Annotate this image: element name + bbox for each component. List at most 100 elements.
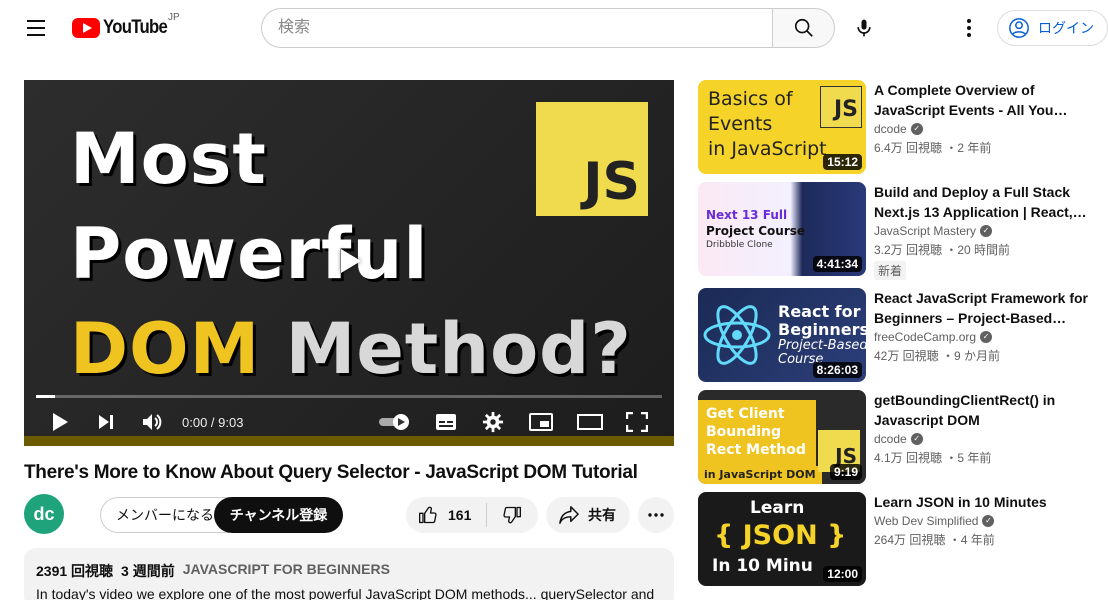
verified-icon: ✓ xyxy=(980,331,993,343)
more-actions-button[interactable] xyxy=(638,497,674,533)
share-button[interactable]: 共有 xyxy=(546,497,630,533)
video-duration: 4:41:34 xyxy=(812,256,862,272)
thumbs-up-icon xyxy=(419,506,437,524)
volume-button[interactable] xyxy=(138,406,166,438)
video-info: Learn JSON in 10 Minutes Web Dev Simplif… xyxy=(874,492,1104,548)
play-button[interactable] xyxy=(46,406,74,438)
next-button[interactable] xyxy=(92,406,120,438)
player-controls: 0:00 / 9:03 xyxy=(24,406,674,438)
settings-more-button[interactable] xyxy=(955,14,983,42)
search-box xyxy=(261,8,835,48)
dislike-button[interactable] xyxy=(487,497,537,533)
fullscreen-button[interactable] xyxy=(623,406,651,438)
thumb-text-line: in JavaScript xyxy=(708,138,827,160)
video-player[interactable]: Most Powerful DOM Method? JS 0:00 / 9:03 xyxy=(24,80,674,446)
autoplay-toggle[interactable] xyxy=(376,406,414,438)
thumb-text-line: Next 13 Full xyxy=(706,208,788,222)
thumbnail-line-3: DOM Method? xyxy=(70,308,632,390)
login-label: ログイン xyxy=(1038,20,1094,36)
related-video[interactable]: Get Client Bounding Rect Method in JavaS… xyxy=(698,390,1109,485)
search-icon xyxy=(794,18,813,37)
vertical-dots-icon xyxy=(967,19,971,37)
channel-name: dcode ✓ xyxy=(874,122,1104,136)
miniplayer-button[interactable] xyxy=(527,406,555,438)
volume-icon xyxy=(143,414,162,430)
video-info: Build and Deploy a Full Stack Next.js 13… xyxy=(874,182,1104,280)
progress-fill xyxy=(36,395,55,398)
description-meta: 2391 回視聴 3 週間前 JAVASCRIPT FOR BEGINNERS xyxy=(36,561,662,581)
like-button[interactable]: 161 xyxy=(406,497,486,533)
youtube-logo[interactable]: YouTube xyxy=(72,17,176,39)
verified-icon: ✓ xyxy=(910,433,923,445)
account-circle-icon xyxy=(1009,18,1029,38)
thumb-text-line: Dribbble Clone xyxy=(706,240,773,250)
description-box[interactable]: 2391 回視聴 3 週間前 JAVASCRIPT FOR BEGINNERS … xyxy=(24,548,674,600)
video-thumbnail: Next 13 Full Project Course Dribbble Clo… xyxy=(698,182,866,276)
thumb-text-line: Project Course xyxy=(706,224,806,238)
verified-icon: ✓ xyxy=(980,225,993,237)
center-play-icon[interactable] xyxy=(334,246,364,276)
video-duration: 8:26:03 xyxy=(812,362,862,378)
related-video[interactable]: Learn { JSON } In 10 Minu 12:00 Learn JS… xyxy=(698,492,1109,587)
channel-name: freeCodeCamp.org ✓ xyxy=(874,330,1104,344)
search-button[interactable] xyxy=(772,8,835,48)
thumbnail-line-1: Most xyxy=(70,118,267,200)
miniplayer-icon xyxy=(529,413,553,431)
logo-text: YouTube xyxy=(103,17,168,38)
video-thumbnail: Get Client Bounding Rect Method in JavaS… xyxy=(698,390,866,484)
upload-age: 3 週間前 xyxy=(121,563,175,579)
related-video[interactable]: Basics of Events in JavaScript JS 15:12 … xyxy=(698,80,1109,175)
thumb-text-line: Events xyxy=(708,113,773,135)
thumbnail-line-2: Powerful xyxy=(70,213,429,295)
video-title: Learn JSON in 10 Minutes xyxy=(874,494,1047,510)
video-duration: 9:19 xyxy=(829,464,862,480)
search-input[interactable] xyxy=(261,8,772,48)
subtitles-button[interactable] xyxy=(432,406,460,438)
description-text: In today's video we explore one of the m… xyxy=(36,586,655,600)
thumb-text-line: Rect Method xyxy=(706,442,806,458)
country-code: JP xyxy=(168,12,180,23)
time-display: 0:00 / 9:03 xyxy=(182,415,244,430)
masthead: YouTube JP ログイン xyxy=(0,0,1109,56)
video-thumbnail: Learn { JSON } In 10 Minu 12:00 xyxy=(698,492,866,586)
verified-icon: ✓ xyxy=(982,515,995,527)
video-duration: 12:00 xyxy=(823,566,862,582)
channel-name-text: dcode xyxy=(874,122,907,136)
progress-bar[interactable] xyxy=(36,395,662,398)
gear-icon xyxy=(482,411,504,433)
video-info: getBoundingClientRect() in Javascript DO… xyxy=(874,390,1104,466)
thumb-text-line: Get Client xyxy=(706,406,785,422)
youtube-play-icon xyxy=(72,18,100,38)
join-membership-button[interactable]: メンバーになる xyxy=(100,497,230,533)
theater-mode-icon xyxy=(577,414,603,430)
channel-name-text: freeCodeCamp.org xyxy=(874,330,977,344)
video-info: A Complete Overview of JavaScript Events… xyxy=(874,80,1104,156)
subtitles-icon xyxy=(436,414,456,430)
thumb-text-line: Bounding xyxy=(706,424,782,440)
subscribe-button[interactable]: チャンネル登録 xyxy=(214,497,343,533)
video-title: Build and Deploy a Full Stack Next.js 13… xyxy=(874,184,1087,220)
join-label: メンバーになる xyxy=(116,507,214,523)
play-icon xyxy=(53,413,68,431)
settings-button[interactable] xyxy=(479,406,507,438)
video-stats: 4.1万 回視聴 ・5 年前 xyxy=(874,451,992,465)
voice-search-button[interactable] xyxy=(848,12,880,44)
js-logo: JS xyxy=(536,102,648,216)
hashtag-link[interactable]: JAVASCRIPT FOR BEGINNERS xyxy=(183,561,390,581)
related-video[interactable]: Next 13 Full Project Course Dribbble Clo… xyxy=(698,182,1109,280)
related-video[interactable]: React for Beginners Project-Based Course… xyxy=(698,288,1109,383)
login-button[interactable]: ログイン xyxy=(997,10,1108,46)
share-label: 共有 xyxy=(588,507,616,523)
video-stats: 3.2万 回視聴 ・20 時間前 xyxy=(874,243,1011,257)
thumb-text-line: Project-Based xyxy=(778,338,866,353)
skip-next-icon xyxy=(99,415,113,429)
thumb-text-line: React for xyxy=(778,302,861,321)
thumb-text-line: Basics of xyxy=(708,88,793,110)
verified-icon: ✓ xyxy=(910,123,923,135)
theater-mode-button[interactable] xyxy=(575,406,605,438)
channel-avatar[interactable]: dc xyxy=(24,494,64,534)
view-count: 2391 回視聴 xyxy=(36,563,114,579)
js-logo: JS xyxy=(820,86,862,128)
channel-name-text: dcode xyxy=(874,432,907,446)
hamburger-menu-icon[interactable] xyxy=(22,14,50,42)
